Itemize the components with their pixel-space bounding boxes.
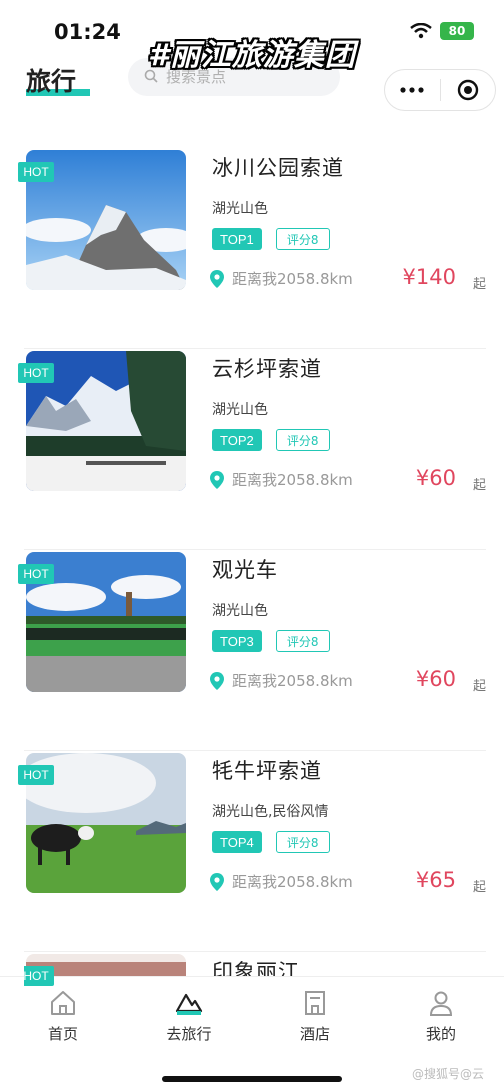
- distance-text: 距离我2058.8km: [232, 672, 353, 690]
- badge-row: TOP4 评分8: [212, 831, 330, 853]
- overlay-caption: #丽江旅游集团: [148, 38, 356, 73]
- price-suffix: 起: [472, 478, 486, 493]
- attraction-name: 观光车: [212, 558, 278, 582]
- rank-badge: TOP2: [212, 429, 262, 451]
- hot-badge: HOT: [24, 966, 54, 986]
- wifi-icon: [410, 23, 432, 39]
- location-pin-icon: [210, 671, 224, 690]
- mountain-icon: [175, 993, 203, 1015]
- list-item[interactable]: HOT 牦牛坪索道 湖光山色,民俗风情 TOP4 评分8 距离我2058.8km…: [18, 751, 486, 952]
- badge-row: TOP2 评分8: [212, 429, 330, 451]
- battery-indicator: 80: [440, 22, 474, 40]
- attraction-name: 云杉坪索道: [212, 357, 322, 381]
- home-icon: [51, 991, 75, 1015]
- tab-hotel[interactable]: 酒店: [252, 977, 378, 1092]
- distance-text: 距离我2058.8km: [232, 471, 353, 489]
- tab-label: 去旅行: [166, 1025, 212, 1043]
- watermark: @搜狐号@云: [412, 1067, 485, 1081]
- hotel-icon: [305, 991, 325, 1015]
- tab-label: 酒店: [299, 1025, 330, 1043]
- status-icons: 80: [410, 22, 474, 40]
- attraction-tags: 湖光山色: [212, 402, 268, 418]
- list-item[interactable]: HOT 冰川公园索道 湖光山色 TOP1 评分8 距离我2058.8km ¥14…: [18, 148, 486, 349]
- tab-label: 我的: [425, 1025, 456, 1043]
- status-time: 01:24: [54, 20, 121, 44]
- attraction-tags: 湖光山色: [212, 603, 268, 619]
- tab-label: 首页: [47, 1025, 78, 1043]
- hot-badge: HOT: [18, 162, 54, 182]
- list-item[interactable]: HOT 观光车 湖光山色 TOP3 评分8 距离我2058.8km ¥60 起: [18, 550, 486, 751]
- tab-home[interactable]: 首页: [0, 977, 126, 1092]
- score-badge: 评分8: [275, 228, 330, 250]
- attraction-tags: 湖光山色,民俗风情: [212, 804, 329, 820]
- user-icon: [429, 991, 453, 1016]
- tab-travel[interactable]: 去旅行: [126, 977, 252, 1092]
- location-pin-icon: [210, 872, 224, 891]
- score-badge: 评分8: [275, 429, 330, 451]
- price-suffix: 起: [472, 679, 486, 694]
- attraction-tags: 湖光山色: [212, 201, 268, 217]
- hot-badge: HOT: [18, 363, 54, 383]
- more-button[interactable]: [385, 70, 440, 110]
- score-badge: 评分8: [275, 630, 330, 652]
- rank-badge: TOP4: [212, 831, 262, 853]
- badge-row: TOP3 评分8: [212, 630, 330, 652]
- price-suffix: 起: [472, 277, 486, 292]
- price: ¥65: [415, 868, 456, 892]
- hot-badge: HOT: [18, 765, 54, 785]
- attraction-name: 冰川公园索道: [212, 156, 344, 180]
- attraction-name: 牦牛坪索道: [212, 759, 322, 783]
- distance-text: 距离我2058.8km: [232, 270, 353, 288]
- target-icon: [457, 79, 478, 101]
- distance-text: 距离我2058.8km: [232, 873, 353, 891]
- page-title: 旅行: [26, 67, 77, 96]
- rank-badge: TOP1: [212, 228, 262, 250]
- distance-row: 距离我2058.8km: [210, 268, 353, 289]
- price: ¥60: [415, 667, 456, 691]
- close-button[interactable]: [440, 70, 495, 110]
- distance-row: 距离我2058.8km: [210, 871, 353, 892]
- distance-row: 距离我2058.8km: [210, 469, 353, 490]
- location-pin-icon: [210, 269, 224, 288]
- attraction-list: HOT 冰川公园索道 湖光山色 TOP1 评分8 距离我2058.8km ¥14…: [0, 148, 504, 992]
- more-icon: [400, 87, 424, 93]
- price-suffix: 起: [472, 880, 486, 895]
- home-indicator: [162, 1076, 342, 1082]
- mini-program-capsule: [384, 69, 496, 111]
- location-pin-icon: [210, 470, 224, 489]
- distance-row: 距离我2058.8km: [210, 670, 353, 691]
- price: ¥60: [415, 466, 456, 490]
- list-item[interactable]: HOT 云杉坪索道 湖光山色 TOP2 评分8 距离我2058.8km ¥60 …: [18, 349, 486, 550]
- badge-row: TOP1 评分8: [212, 228, 330, 250]
- rank-badge: TOP3: [212, 630, 262, 652]
- price: ¥140: [402, 265, 456, 289]
- score-badge: 评分8: [275, 831, 330, 853]
- hot-badge: HOT: [18, 564, 54, 584]
